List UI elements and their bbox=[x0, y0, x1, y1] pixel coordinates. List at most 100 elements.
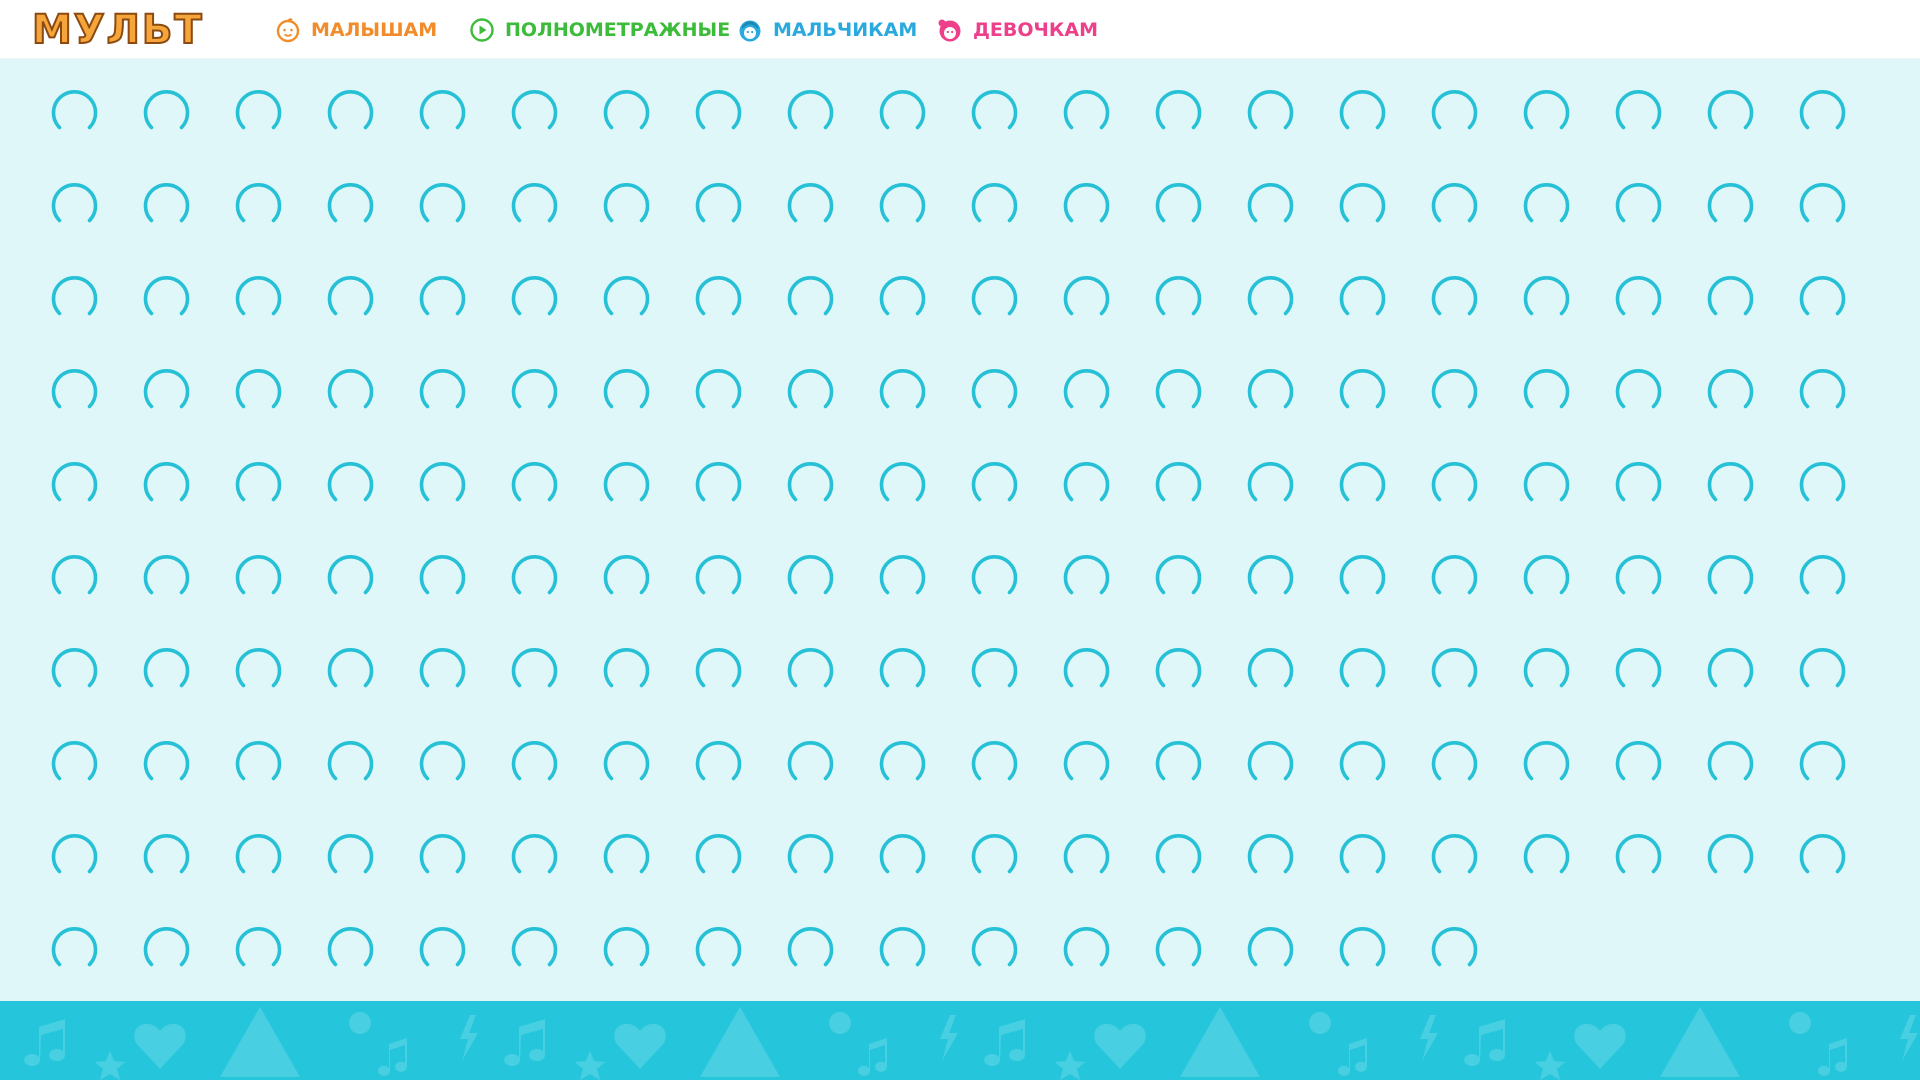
cartoon-card-loading[interactable] bbox=[966, 549, 1058, 642]
cartoon-card-loading[interactable] bbox=[1518, 828, 1610, 921]
cartoon-card-loading[interactable] bbox=[414, 363, 506, 456]
cartoon-card-loading[interactable] bbox=[230, 84, 322, 177]
cartoon-card-loading[interactable] bbox=[506, 549, 598, 642]
cartoon-card-loading[interactable] bbox=[1426, 177, 1518, 270]
cartoon-card-loading[interactable] bbox=[1334, 735, 1426, 828]
cartoon-card-loading[interactable] bbox=[1702, 270, 1794, 363]
cartoon-card-loading[interactable] bbox=[138, 828, 230, 921]
cartoon-card-loading[interactable] bbox=[230, 363, 322, 456]
cartoon-card-loading[interactable] bbox=[138, 642, 230, 735]
cartoon-card-loading[interactable] bbox=[1150, 270, 1242, 363]
cartoon-card-loading[interactable] bbox=[414, 735, 506, 828]
cartoon-card-loading[interactable] bbox=[1150, 84, 1242, 177]
cartoon-card-loading[interactable] bbox=[1426, 642, 1518, 735]
cartoon-card-loading[interactable] bbox=[46, 642, 138, 735]
cartoon-card-loading[interactable] bbox=[1150, 735, 1242, 828]
cartoon-card-loading[interactable] bbox=[414, 177, 506, 270]
cartoon-card-loading[interactable] bbox=[1334, 177, 1426, 270]
cartoon-card-loading[interactable] bbox=[46, 177, 138, 270]
cartoon-card-loading[interactable] bbox=[690, 828, 782, 921]
cartoon-card-loading[interactable] bbox=[1242, 363, 1334, 456]
cartoon-card-loading[interactable] bbox=[506, 456, 598, 549]
cartoon-card-loading[interactable] bbox=[598, 270, 690, 363]
cartoon-card-loading[interactable] bbox=[138, 84, 230, 177]
cartoon-card-loading[interactable] bbox=[1794, 363, 1886, 456]
cartoon-card-loading[interactable] bbox=[782, 270, 874, 363]
cartoon-card-loading[interactable] bbox=[690, 363, 782, 456]
cartoon-card-loading[interactable] bbox=[782, 84, 874, 177]
cartoon-card-loading[interactable] bbox=[230, 735, 322, 828]
cartoon-card-loading[interactable] bbox=[874, 84, 966, 177]
cartoon-card-loading[interactable] bbox=[138, 549, 230, 642]
cartoon-card-loading[interactable] bbox=[1150, 363, 1242, 456]
cartoon-card-loading[interactable] bbox=[138, 177, 230, 270]
cartoon-card-loading[interactable] bbox=[230, 642, 322, 735]
cartoon-card-loading[interactable] bbox=[138, 270, 230, 363]
cartoon-card-loading[interactable] bbox=[966, 177, 1058, 270]
cartoon-card-loading[interactable] bbox=[1334, 549, 1426, 642]
cartoon-card-loading[interactable] bbox=[966, 828, 1058, 921]
nav-item-babies[interactable]: МАЛЫШАМ bbox=[275, 14, 437, 46]
cartoon-card-loading[interactable] bbox=[1702, 456, 1794, 549]
cartoon-card-loading[interactable] bbox=[322, 456, 414, 549]
cartoon-card-loading[interactable] bbox=[1058, 363, 1150, 456]
cartoon-card-loading[interactable] bbox=[874, 177, 966, 270]
cartoon-card-loading[interactable] bbox=[1150, 828, 1242, 921]
cartoon-card-loading[interactable] bbox=[1702, 177, 1794, 270]
cartoon-card-loading[interactable] bbox=[1610, 270, 1702, 363]
cartoon-card-loading[interactable] bbox=[598, 642, 690, 735]
cartoon-card-loading[interactable] bbox=[598, 828, 690, 921]
cartoon-card-loading[interactable] bbox=[874, 549, 966, 642]
cartoon-card-loading[interactable] bbox=[966, 363, 1058, 456]
cartoon-card-loading[interactable] bbox=[1242, 84, 1334, 177]
cartoon-card-loading[interactable] bbox=[506, 735, 598, 828]
cartoon-card-loading[interactable] bbox=[1058, 177, 1150, 270]
cartoon-card-loading[interactable] bbox=[598, 84, 690, 177]
cartoon-card-loading[interactable] bbox=[46, 735, 138, 828]
cartoon-card-loading[interactable] bbox=[1702, 549, 1794, 642]
cartoon-card-loading[interactable] bbox=[1058, 735, 1150, 828]
cartoon-card-loading[interactable] bbox=[1794, 642, 1886, 735]
cartoon-card-loading[interactable] bbox=[874, 828, 966, 921]
cartoon-card-loading[interactable] bbox=[322, 828, 414, 921]
cartoon-card-loading[interactable] bbox=[690, 84, 782, 177]
cartoon-card-loading[interactable] bbox=[1518, 177, 1610, 270]
cartoon-card-loading[interactable] bbox=[322, 642, 414, 735]
cartoon-card-loading[interactable] bbox=[1610, 642, 1702, 735]
cartoon-card-loading[interactable] bbox=[46, 549, 138, 642]
cartoon-card-loading[interactable] bbox=[1610, 84, 1702, 177]
cartoon-card-loading[interactable] bbox=[1702, 735, 1794, 828]
cartoon-card-loading[interactable] bbox=[1242, 456, 1334, 549]
cartoon-card-loading[interactable] bbox=[230, 456, 322, 549]
cartoon-card-loading[interactable] bbox=[138, 363, 230, 456]
cartoon-card-loading[interactable] bbox=[414, 456, 506, 549]
cartoon-card-loading[interactable] bbox=[230, 177, 322, 270]
cartoon-card-loading[interactable] bbox=[874, 642, 966, 735]
cartoon-card-loading[interactable] bbox=[46, 828, 138, 921]
cartoon-card-loading[interactable] bbox=[690, 549, 782, 642]
cartoon-card-loading[interactable] bbox=[1518, 84, 1610, 177]
cartoon-card-loading[interactable] bbox=[1702, 642, 1794, 735]
cartoon-card-loading[interactable] bbox=[1610, 456, 1702, 549]
cartoon-card-loading[interactable] bbox=[782, 363, 874, 456]
cartoon-card-loading[interactable] bbox=[966, 735, 1058, 828]
cartoon-card-loading[interactable] bbox=[690, 456, 782, 549]
cartoon-card-loading[interactable] bbox=[1794, 84, 1886, 177]
cartoon-card-loading[interactable] bbox=[1426, 456, 1518, 549]
cartoon-card-loading[interactable] bbox=[138, 735, 230, 828]
cartoon-card-loading[interactable] bbox=[506, 363, 598, 456]
cartoon-card-loading[interactable] bbox=[690, 735, 782, 828]
cartoon-card-loading[interactable] bbox=[1518, 549, 1610, 642]
cartoon-card-loading[interactable] bbox=[1426, 828, 1518, 921]
cartoon-card-loading[interactable] bbox=[1242, 177, 1334, 270]
cartoon-card-loading[interactable] bbox=[414, 828, 506, 921]
cartoon-card-loading[interactable] bbox=[1058, 642, 1150, 735]
cartoon-card-loading[interactable] bbox=[1334, 270, 1426, 363]
cartoon-card-loading[interactable] bbox=[1518, 735, 1610, 828]
cartoon-card-loading[interactable] bbox=[506, 270, 598, 363]
cartoon-card-loading[interactable] bbox=[690, 177, 782, 270]
cartoon-card-loading[interactable] bbox=[414, 642, 506, 735]
cartoon-card-loading[interactable] bbox=[1334, 363, 1426, 456]
cartoon-card-loading[interactable] bbox=[1334, 84, 1426, 177]
cartoon-card-loading[interactable] bbox=[874, 270, 966, 363]
